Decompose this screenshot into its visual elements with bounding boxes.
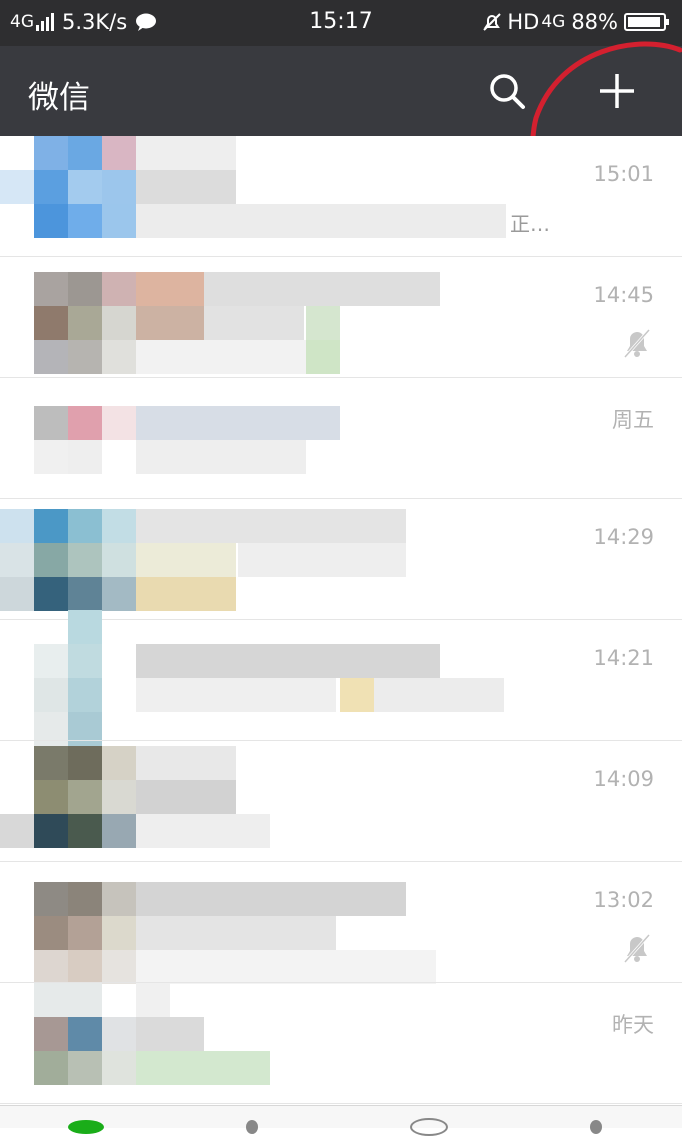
chat-time: 14:45 [593, 283, 654, 307]
status-right: HD 4G 88% [481, 10, 672, 34]
tab-contacts-icon[interactable] [246, 1120, 258, 1134]
battery-percent: 88% [571, 10, 618, 34]
chat-row[interactable]: 14:29 [0, 499, 682, 620]
chat-row[interactable]: 14:21 [0, 610, 682, 746]
chat-row[interactable]: 14:45 [0, 257, 682, 378]
tab-chats-icon[interactable] [68, 1120, 104, 1134]
chat-time: 14:09 [593, 767, 654, 791]
chat-row[interactable]: 15:01 正… [0, 136, 682, 257]
chat-row[interactable]: 周五 [0, 378, 682, 499]
row-divider [0, 1103, 682, 1104]
tab-discover-icon[interactable] [410, 1118, 448, 1136]
hd-label: HD [507, 10, 540, 34]
chat-time: 15:01 [593, 162, 654, 186]
plus-icon[interactable] [594, 68, 640, 114]
page-title: 微信 [28, 80, 90, 116]
alarm-muted-icon [483, 13, 502, 31]
chat-row[interactable]: 13:02 [0, 862, 682, 984]
bottom-tab-bar [0, 1105, 682, 1136]
chat-time: 14:21 [593, 646, 654, 670]
chat-time: 周五 [612, 408, 654, 432]
chat-time: 昨天 [612, 1013, 654, 1037]
search-icon[interactable] [486, 70, 528, 112]
tab-me-icon[interactable] [590, 1120, 602, 1134]
mute-bell-icon [623, 329, 651, 358]
chat-time: 13:02 [593, 888, 654, 912]
chat-row[interactable]: 14:09 [0, 741, 682, 862]
top-nav-bar: 微信 [0, 46, 682, 136]
battery-icon [624, 13, 669, 31]
chat-row[interactable]: 昨天 [0, 983, 682, 1104]
chat-time: 14:29 [593, 525, 654, 549]
network-type-right: 4G [541, 12, 566, 32]
status-bar: 4G 5.3K/s 15:17 HD 4G 88% [0, 0, 682, 46]
mute-bell-icon [623, 934, 651, 963]
chat-list: 15:01 正… 14:45 周五 14:29 14:21 14:09 13:0… [0, 136, 682, 1108]
chat-preview-fragment: 正… [510, 212, 550, 236]
